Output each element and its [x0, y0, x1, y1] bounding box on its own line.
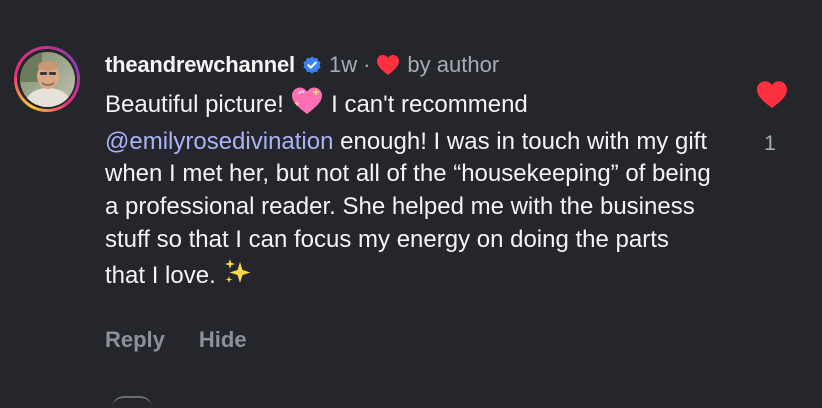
avatar-story-ring[interactable]	[14, 46, 80, 112]
next-avatar-edge	[112, 396, 152, 408]
like-count: 1	[764, 132, 776, 155]
verified-badge-icon	[302, 55, 322, 75]
reply-button[interactable]: Reply	[105, 327, 165, 353]
username-link[interactable]: theandrewchannel	[105, 52, 295, 78]
sparkles-icon	[222, 257, 254, 297]
heart-icon	[376, 54, 400, 76]
comment-actions: Reply Hide	[105, 327, 247, 353]
comment-text-part: Beautiful picture!	[105, 91, 291, 118]
sparkling-heart-icon	[290, 86, 324, 126]
timestamp: 1w	[328, 52, 358, 77]
by-author-label: by author	[407, 52, 500, 77]
mention-link[interactable]: @emilyrosedivination	[105, 128, 333, 155]
like-heart-icon[interactable]	[756, 80, 788, 114]
avatar	[19, 51, 75, 107]
comment-item: theandrewchannel 1w · by author Beautifu…	[0, 0, 822, 402]
hide-button[interactable]: Hide	[199, 327, 247, 353]
comment-text-part: I can't recommend	[324, 91, 528, 118]
separator-dot: ·	[363, 52, 371, 77]
comment-header: theandrewchannel 1w · by author	[105, 50, 499, 80]
comment-text: Beautiful picture! I can't recommend @em…	[105, 86, 715, 296]
